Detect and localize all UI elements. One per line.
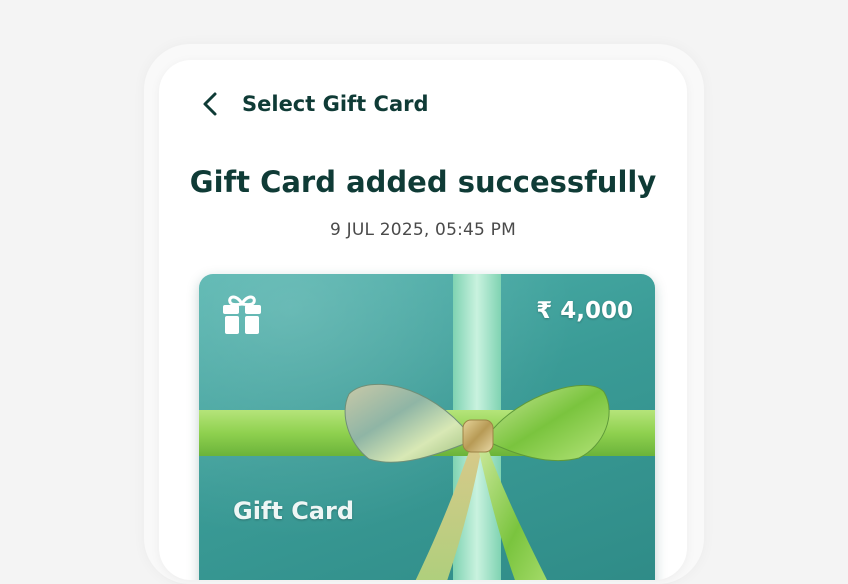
page-title: Select Gift Card bbox=[242, 92, 429, 116]
card-amount: ₹ 4,000 bbox=[536, 298, 633, 324]
chevron-left-icon[interactable] bbox=[199, 90, 223, 118]
top-bar: Select Gift Card bbox=[159, 60, 687, 148]
card-label: Gift Card bbox=[233, 497, 355, 525]
gift-card[interactable]: ₹ 4,000 Gift Card bbox=[199, 274, 655, 580]
gift-icon bbox=[221, 292, 263, 336]
screen: Select Gift Card Gift Card added success… bbox=[159, 60, 687, 580]
success-headline: Gift Card added successfully bbox=[189, 165, 657, 199]
timestamp: 9 JUL 2025, 05:45 PM bbox=[330, 220, 516, 240]
